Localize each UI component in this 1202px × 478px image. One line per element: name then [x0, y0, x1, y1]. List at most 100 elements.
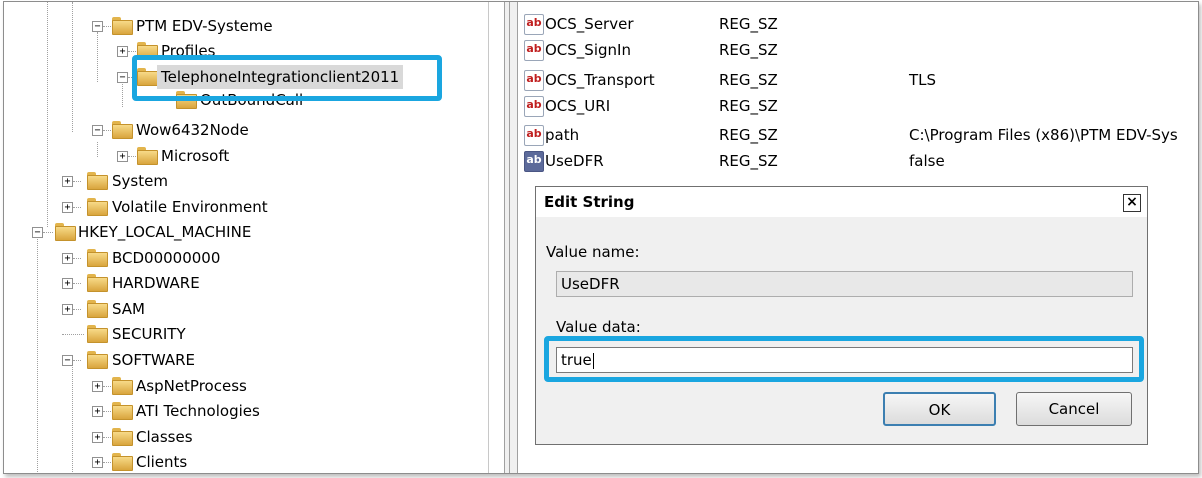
value-row[interactable]: ab OCS_URI REG_SZ [524, 93, 1198, 119]
collapse-icon[interactable]: − [117, 72, 128, 83]
tree-node-label: SAM [112, 300, 146, 318]
value-type: REG_SZ [719, 126, 778, 144]
value-type: REG_SZ [719, 152, 778, 170]
folder-icon [87, 198, 108, 216]
expand-icon[interactable]: + [92, 432, 103, 443]
tree-node-label: System [112, 172, 168, 190]
tree-node-label: OutBoundCall [200, 91, 304, 109]
value-row-selected[interactable]: ab UseDFR REG_SZ false [524, 148, 1198, 174]
value-data-text: true [561, 351, 592, 369]
edit-string-dialog: Edit String × Value name: UseDFR Value d… [535, 186, 1148, 445]
tree-guide-line [122, 82, 123, 107]
folder-icon [112, 121, 133, 139]
collapse-icon[interactable]: − [62, 355, 73, 366]
tree-node-label: SECURITY [112, 325, 186, 343]
tree-node-label: AspNetProcess [136, 377, 247, 395]
value-row[interactable]: ab OCS_SignIn REG_SZ [524, 37, 1198, 63]
folder-icon [87, 351, 108, 369]
registry-key-tree[interactable]: − PTM EDV-Systeme + Profiles − Telephone… [4, 2, 489, 473]
expand-icon[interactable]: + [117, 151, 128, 162]
value-name: OCS_Server [545, 15, 634, 33]
close-icon[interactable]: × [1123, 194, 1141, 212]
collapse-icon[interactable]: − [92, 125, 103, 136]
expand-icon[interactable]: + [62, 176, 73, 187]
value-type: REG_SZ [719, 97, 778, 115]
value-name: OCS_SignIn [545, 41, 631, 59]
tree-node-label: BCD00000000 [112, 249, 221, 267]
string-value-icon: ab [524, 151, 544, 172]
tree-node-label: Classes [136, 428, 193, 446]
value-row[interactable]: ab OCS_Transport REG_SZ TLS [524, 67, 1198, 93]
folder-icon [112, 17, 133, 35]
value-name-field: UseDFR [556, 271, 1133, 297]
value-data: false [909, 152, 945, 170]
tree-node-label: TelephoneIntegrationclient2011 [157, 65, 404, 89]
tree-node-label: Wow6432Node [136, 121, 249, 139]
folder-icon [112, 377, 133, 395]
ok-button[interactable]: OK [883, 392, 996, 426]
value-name: OCS_URI [545, 97, 611, 115]
folder-open-icon [137, 68, 158, 86]
value-data: TLS [909, 71, 937, 89]
expand-icon[interactable]: + [92, 381, 103, 392]
string-value-icon: ab [524, 40, 544, 61]
string-value-icon: ab [524, 70, 544, 91]
folder-icon [87, 249, 108, 267]
folder-icon [112, 402, 133, 420]
tree-node-label: Profiles [161, 42, 216, 60]
folder-icon [112, 453, 133, 471]
expand-icon[interactable]: + [92, 457, 103, 468]
value-row[interactable]: ab path REG_SZ C:\Program Files (x86)\PT… [524, 122, 1198, 148]
dialog-titlebar[interactable]: Edit String × [536, 187, 1147, 217]
folder-icon [87, 172, 108, 190]
folder-icon [87, 300, 108, 318]
screenshot-frame: − PTM EDV-Systeme + Profiles − Telephone… [3, 1, 1199, 474]
folder-icon [112, 428, 133, 446]
value-data: C:\Program Files (x86)\PTM EDV-Sys [909, 126, 1178, 144]
pane-splitter[interactable] [504, 2, 518, 473]
tree-node-label: PTM EDV-Systeme [136, 17, 273, 35]
tree-node-label: Microsoft [161, 147, 230, 165]
text-caret [592, 352, 594, 369]
tree-node-label: HKEY_LOCAL_MACHINE [78, 223, 252, 241]
tree-guide-line [47, 2, 48, 227]
expand-icon[interactable]: + [117, 46, 128, 57]
tree-guide-line [72, 367, 73, 472]
value-data-input[interactable]: true [556, 347, 1133, 373]
folder-icon [137, 147, 158, 165]
folder-icon [87, 325, 108, 343]
dialog-title: Edit String [544, 193, 635, 211]
tree-node-label: HARDWARE [112, 274, 200, 292]
value-name: path [545, 126, 580, 144]
tree-node-label: SOFTWARE [112, 351, 196, 369]
cancel-button[interactable]: Cancel [1016, 392, 1132, 426]
value-type: REG_SZ [719, 71, 778, 89]
value-name-label: Value name: [546, 243, 640, 261]
tree-node-label: Clients [136, 453, 188, 471]
value-data-label: Value data: [556, 318, 641, 336]
tree-node-label: ATI Technologies [136, 402, 260, 420]
folder-icon [137, 42, 158, 60]
tree-guide-line [72, 2, 73, 132]
tree-guide-line [97, 142, 98, 157]
expand-icon[interactable]: + [62, 202, 73, 213]
expand-icon[interactable]: + [62, 278, 73, 289]
tree-node-label: Volatile Environment [112, 198, 268, 216]
value-type: REG_SZ [719, 15, 778, 33]
tree-guide-line [37, 237, 38, 472]
string-value-icon: ab [524, 96, 544, 117]
tree-guide-line [97, 32, 98, 82]
collapse-icon[interactable]: − [32, 227, 43, 238]
collapse-icon[interactable]: − [92, 21, 103, 32]
value-name: OCS_Transport [545, 71, 655, 89]
expand-icon[interactable]: + [62, 304, 73, 315]
expand-icon[interactable]: + [92, 406, 103, 417]
value-name: UseDFR [545, 152, 604, 170]
expand-icon[interactable]: + [62, 253, 73, 264]
folder-icon [176, 91, 197, 109]
value-row[interactable]: ab OCS_Server REG_SZ [524, 11, 1198, 37]
folder-icon [55, 223, 76, 241]
string-value-icon: ab [524, 14, 544, 35]
value-type: REG_SZ [719, 41, 778, 59]
string-value-icon: ab [524, 125, 544, 146]
